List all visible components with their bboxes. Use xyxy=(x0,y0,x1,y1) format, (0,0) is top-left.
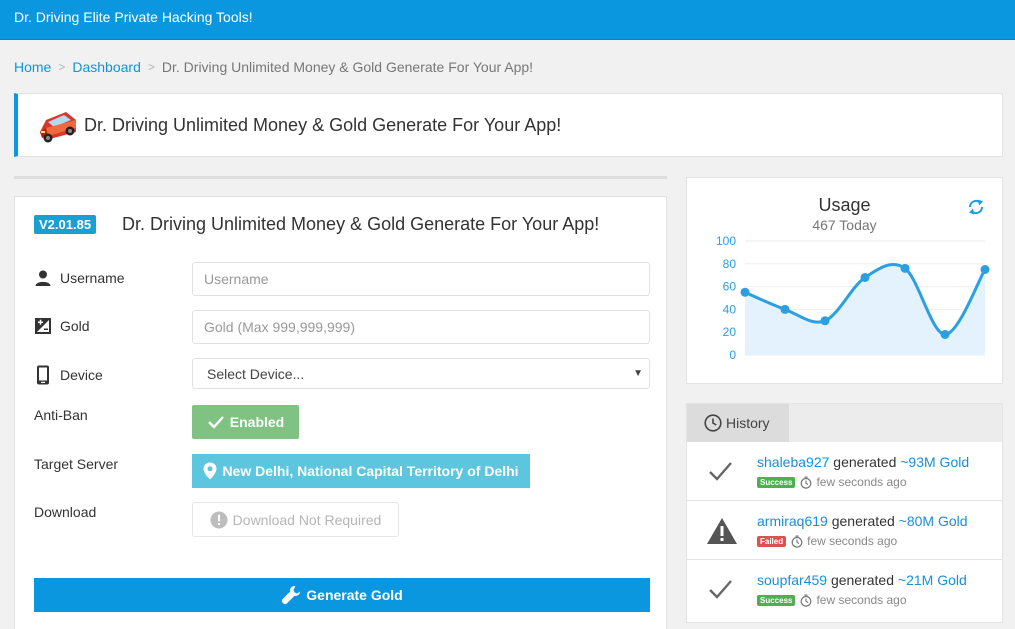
history-item: armiraq619 generated ~80M Gold Failed fe… xyxy=(687,501,1002,560)
antiban-label: Anti-Ban xyxy=(34,407,88,423)
tab-history[interactable]: History xyxy=(687,404,789,442)
history-item-meta: Success few seconds ago xyxy=(757,593,907,607)
status-badge: Failed xyxy=(757,535,787,547)
antiban-value: Enabled xyxy=(229,414,285,430)
status-badge: Success xyxy=(757,476,796,488)
history-item-text: shaleba927 generated ~93M Gold xyxy=(757,454,969,470)
generator-form-panel: V2.01.85 Dr. Driving Unlimited Money & G… xyxy=(14,196,667,629)
breadcrumb: Home > Dashboard > Dr. Driving Unlimited… xyxy=(14,59,533,75)
chart-data-point[interactable] xyxy=(860,272,870,282)
history-panel: History shaleba927 generated ~93M Gold S… xyxy=(686,403,1003,623)
clock-icon xyxy=(704,414,722,432)
device-label: Device xyxy=(34,365,103,385)
breadcrumb-dashboard-link[interactable]: Dashboard xyxy=(72,59,141,75)
breadcrumb-separator: > xyxy=(147,60,155,74)
map-pin-icon xyxy=(203,462,217,480)
history-time: few seconds ago xyxy=(816,475,907,489)
car-logo-icon xyxy=(40,112,76,143)
generate-gold-button[interactable]: Generate Gold xyxy=(34,578,650,612)
history-header: History xyxy=(687,404,1002,442)
username-label: Username xyxy=(34,269,125,287)
history-generated-word: generated xyxy=(830,572,895,588)
username-input[interactable] xyxy=(192,262,650,296)
chart-data-point[interactable] xyxy=(740,287,750,297)
version-badge: V2.01.85 xyxy=(34,215,97,234)
chart-y-tick-label: 80 xyxy=(723,257,737,271)
history-generated-word: generated xyxy=(833,454,897,470)
gold-input[interactable] xyxy=(192,310,650,344)
gold-icon xyxy=(35,318,51,334)
device-select-value: Select Device... xyxy=(207,366,305,382)
target-server-value: New Delhi, National Capital Territory of… xyxy=(222,463,519,479)
page-title-box: Dr. Driving Unlimited Money & Gold Gener… xyxy=(14,93,1003,157)
form-title: Dr. Driving Unlimited Money & Gold Gener… xyxy=(122,214,600,234)
usage-panel: Usage 467 Today 100 80 60 40 20 0 xyxy=(686,177,1003,384)
refresh-icon[interactable] xyxy=(966,198,986,216)
username-label-text: Username xyxy=(60,270,125,286)
device-select[interactable]: Select Device... ▼ xyxy=(192,358,650,389)
download-label: Download xyxy=(34,504,97,520)
section-divider xyxy=(14,176,667,179)
smartphone-icon xyxy=(37,365,49,385)
history-time: few seconds ago xyxy=(816,593,907,607)
breadcrumb-current: Dr. Driving Unlimited Money & Gold Gener… xyxy=(161,59,534,75)
history-amount-link[interactable]: ~93M Gold xyxy=(900,454,969,470)
download-button[interactable]: Download Not Required xyxy=(192,502,399,537)
chart-data-point[interactable] xyxy=(820,316,830,326)
page-title: Dr. Driving Unlimited Money & Gold Gener… xyxy=(84,115,562,135)
target-server-label: Target Server xyxy=(34,456,119,472)
history-item: shaleba927 generated ~93M Gold Success f… xyxy=(687,442,1002,501)
history-generated-word: generated xyxy=(831,513,895,529)
breadcrumb-separator: > xyxy=(58,60,66,74)
chart-y-tick-label: 0 xyxy=(729,348,736,362)
chart-y-tick-label: 60 xyxy=(723,280,737,294)
caret-down-icon: ▼ xyxy=(633,368,643,379)
history-item-meta: Success few seconds ago xyxy=(757,475,907,489)
antiban-toggle-button[interactable]: Enabled xyxy=(192,405,299,439)
stopwatch-icon xyxy=(801,594,812,607)
usage-chart: 100 80 60 40 20 0 xyxy=(716,234,990,362)
top-bar: Dr. Driving Elite Private Hacking Tools! xyxy=(0,0,1015,40)
usage-title: Usage xyxy=(818,195,871,215)
checkmark-icon xyxy=(709,580,732,599)
gold-label-text: Gold xyxy=(60,318,90,334)
download-value: Download Not Required xyxy=(232,511,382,528)
warning-icon xyxy=(707,518,737,544)
user-icon xyxy=(35,270,51,286)
history-user-link[interactable]: armiraq619 xyxy=(757,513,828,529)
device-label-text: Device xyxy=(60,367,103,383)
chart-data-point[interactable] xyxy=(780,304,790,314)
chart-data-point[interactable] xyxy=(980,265,990,274)
gold-label: Gold xyxy=(34,317,90,335)
history-user-link[interactable]: shaleba927 xyxy=(757,454,829,470)
chart-y-tick-label: 100 xyxy=(716,234,736,248)
stopwatch-icon xyxy=(791,535,803,548)
breadcrumb-home-link[interactable]: Home xyxy=(14,59,51,75)
chart-y-tick-label: 20 xyxy=(723,325,737,339)
tab-history-label: History xyxy=(726,415,770,431)
chart-data-point[interactable] xyxy=(900,263,910,273)
history-amount-link[interactable]: ~80M Gold xyxy=(899,513,968,529)
usage-today-count: 467 Today xyxy=(812,217,877,233)
history-item-text: soupfar459 generated ~21M Gold xyxy=(757,572,967,588)
checkmark-icon xyxy=(709,462,732,481)
stopwatch-icon xyxy=(801,476,812,489)
history-time: few seconds ago xyxy=(807,534,898,548)
check-icon xyxy=(207,416,224,429)
history-item: soupfar459 generated ~21M Gold Success f… xyxy=(687,560,1002,619)
history-item-meta: Failed few seconds ago xyxy=(757,534,897,548)
brand-title[interactable]: Dr. Driving Elite Private Hacking Tools! xyxy=(14,9,253,25)
generate-gold-label: Generate Gold xyxy=(306,587,403,603)
exclamation-circle-icon xyxy=(210,511,228,528)
chart-y-tick-label: 40 xyxy=(723,302,737,316)
chart-data-point[interactable] xyxy=(940,329,950,339)
status-badge: Success xyxy=(757,594,796,606)
history-item-text: armiraq619 generated ~80M Gold xyxy=(757,513,968,529)
wrench-icon xyxy=(282,586,301,605)
target-server-button[interactable]: New Delhi, National Capital Territory of… xyxy=(192,454,530,488)
history-user-link[interactable]: soupfar459 xyxy=(757,572,827,588)
history-amount-link[interactable]: ~21M Gold xyxy=(898,572,967,588)
